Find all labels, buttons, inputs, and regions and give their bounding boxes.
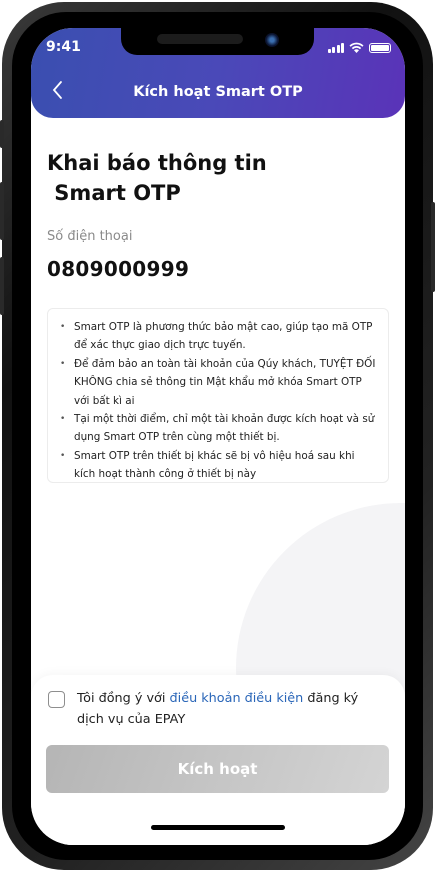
- phone-value: 0809000999: [47, 257, 190, 281]
- header-title: Kích hoạt Smart OTP: [133, 84, 303, 100]
- status-icons: [327, 42, 391, 53]
- status-time: 9:41: [46, 39, 81, 55]
- battery-icon: [369, 42, 391, 53]
- activate-button[interactable]: Kích hoạt: [46, 745, 389, 793]
- info-box: Smart OTP là phương thức bảo mật cao, gi…: [47, 308, 389, 483]
- volume-up-button: [0, 182, 4, 240]
- volume-down-button: [0, 257, 4, 315]
- header-bar: 9:41 Kích hoạt Smart OTP: [31, 28, 405, 118]
- agree-text: Tôi đồng ý với điều khoản điều kiện đăng…: [77, 688, 377, 730]
- agree-prefix: Tôi đồng ý với: [77, 691, 170, 706]
- phone-label: Số điện thoại: [47, 229, 133, 244]
- wifi-icon: [349, 42, 364, 53]
- info-item: Smart OTP là phương thức bảo mật cao, gi…: [58, 318, 378, 355]
- page-title: Khai báo thông tin Smart OTP: [47, 151, 267, 205]
- terms-link[interactable]: điều khoản điều kiện: [170, 691, 304, 706]
- signal-icon: [327, 42, 344, 53]
- info-item: Để đảm bảo an toàn tài khoản của Qúy khá…: [58, 355, 378, 410]
- notch: [121, 28, 314, 55]
- bottom-panel: Tôi đồng ý với điều khoản điều kiện đăng…: [31, 675, 405, 845]
- agree-checkbox[interactable]: [48, 691, 65, 708]
- power-button: [431, 202, 435, 292]
- camera-icon: [265, 33, 279, 47]
- mute-switch: [0, 120, 4, 148]
- info-item: Tại một thời điểm, chỉ một tài khoản đượ…: [58, 410, 378, 447]
- screen: 9:41 Kích hoạt Smart OTP Khai báo thông …: [31, 28, 405, 845]
- info-item: Smart OTP trên thiết bị khác sẽ bị vô hi…: [58, 447, 378, 484]
- home-indicator[interactable]: [151, 825, 285, 830]
